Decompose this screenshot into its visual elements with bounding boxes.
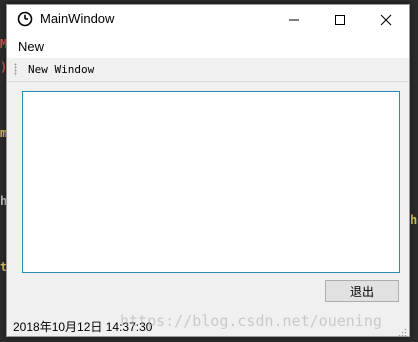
central-widget: 退出 <box>7 82 409 314</box>
close-button[interactable] <box>363 5 409 34</box>
tool-bar: New Window <box>7 58 409 82</box>
background-editor-glyph: h <box>410 213 418 227</box>
clock-icon <box>17 11 33 27</box>
status-bar: 2018年10月12日 14:37:30 <box>7 314 409 337</box>
quit-button[interactable]: 退出 <box>325 280 399 302</box>
title-bar[interactable]: MainWindow <box>7 5 409 34</box>
menu-item-new[interactable]: New <box>18 39 44 54</box>
minimize-button[interactable] <box>271 5 317 34</box>
toolbar-grip-handle[interactable] <box>14 63 17 76</box>
main-window: MainWindow New New Window 退出 2018年10月12日… <box>6 4 410 337</box>
menu-bar: New <box>7 34 409 58</box>
toolbar-new-window-button[interactable]: New Window <box>24 61 98 78</box>
minimize-icon <box>289 19 299 20</box>
maximize-button[interactable] <box>317 5 363 34</box>
status-datetime: 2018年10月12日 14:37:30 <box>13 320 153 334</box>
window-title: MainWindow <box>40 11 115 26</box>
text-edit-area[interactable] <box>22 91 400 273</box>
size-grip-icon[interactable] <box>397 324 407 337</box>
close-icon <box>380 14 392 25</box>
maximize-icon <box>335 14 345 25</box>
